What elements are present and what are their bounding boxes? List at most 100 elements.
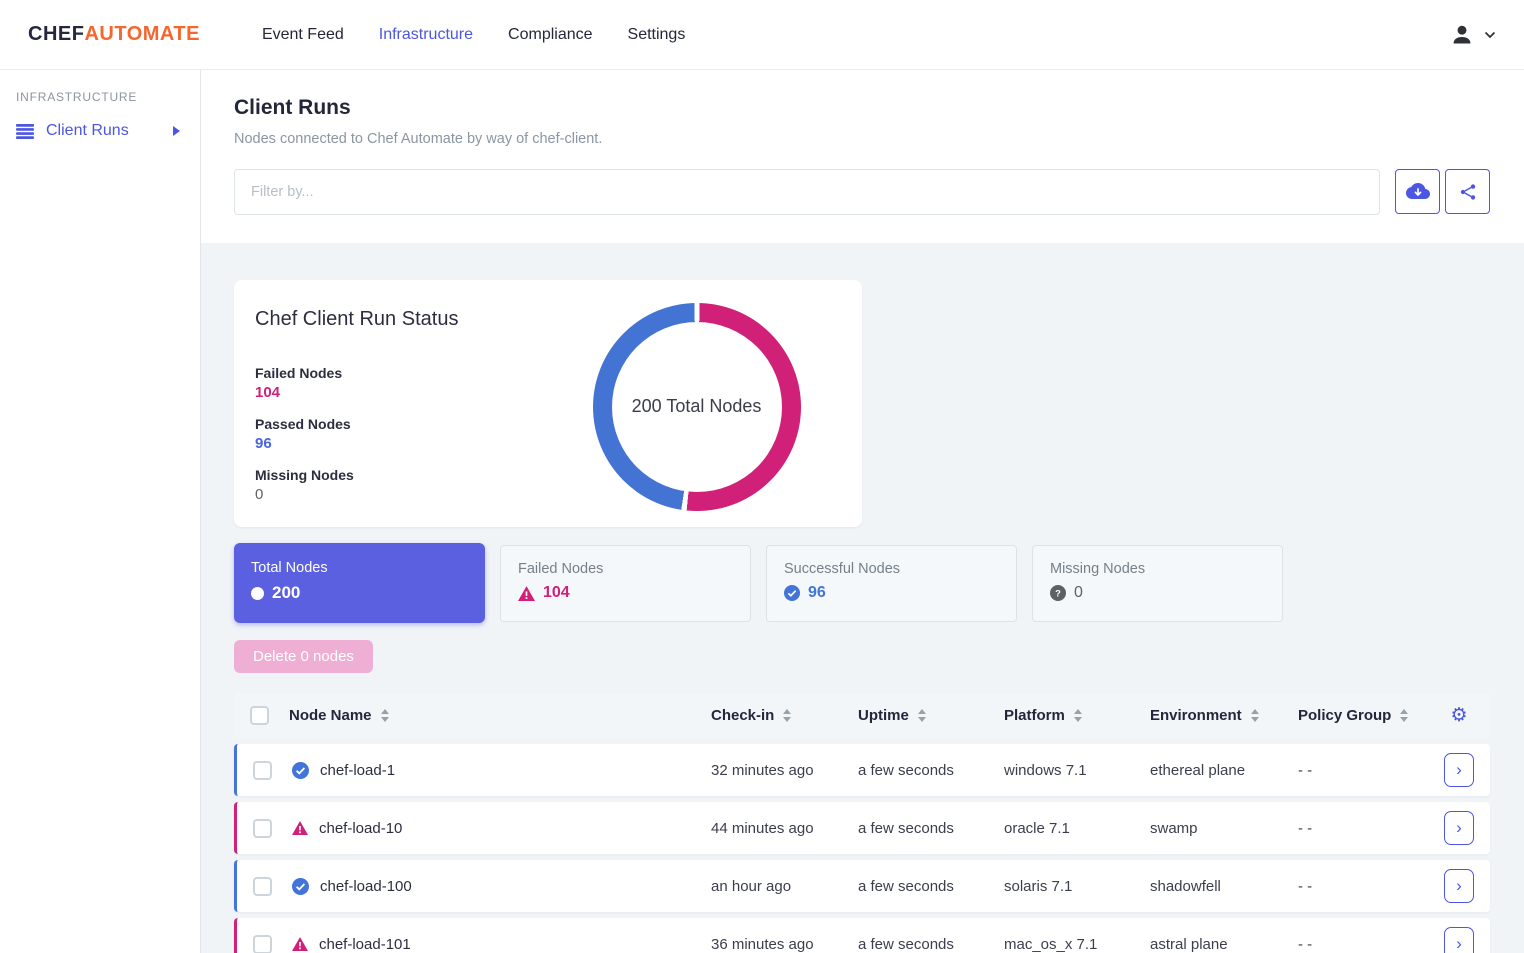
- summary-card-successful[interactable]: Successful Nodes 96: [766, 545, 1017, 622]
- failed-nodes-value: 104: [543, 584, 570, 602]
- col-uptime[interactable]: Uptime: [858, 707, 1004, 724]
- download-button[interactable]: [1395, 169, 1440, 214]
- col-checkin[interactable]: Check-in: [711, 707, 858, 724]
- select-all-checkbox[interactable]: [250, 706, 269, 725]
- checkin-cell: 44 minutes ago: [711, 820, 858, 837]
- page-header: Client Runs Nodes connected to Chef Auto…: [201, 70, 1524, 243]
- sidebar: INFRASTRUCTURE Client Runs: [0, 70, 201, 953]
- row-detail-button[interactable]: ›: [1444, 927, 1474, 953]
- chevron-right-icon: ›: [1456, 877, 1462, 894]
- table-header: Node Name Check-in Uptime Platform: [234, 693, 1490, 738]
- user-icon[interactable]: [1449, 22, 1475, 48]
- col-policy-group[interactable]: Policy Group: [1298, 707, 1428, 724]
- nav-infrastructure[interactable]: Infrastructure: [379, 26, 473, 44]
- total-nodes-value: 200: [272, 583, 300, 603]
- page-subtitle: Nodes connected to Chef Automate by way …: [234, 131, 1490, 147]
- summary-card-total[interactable]: Total Nodes 200: [234, 543, 485, 623]
- chef-automate-logo: CHEFAUTOMATE: [28, 23, 200, 46]
- primary-nav: Event Feed Infrastructure Compliance Set…: [262, 26, 685, 44]
- logo-chef: CHEF: [28, 23, 84, 45]
- sort-icon[interactable]: [1400, 709, 1408, 722]
- passed-count: 96: [255, 435, 511, 452]
- node-name[interactable]: chef-load-101: [319, 936, 411, 953]
- row-checkbox[interactable]: [253, 761, 272, 780]
- chevron-down-icon[interactable]: [1484, 31, 1496, 39]
- caret-right-icon[interactable]: [173, 126, 180, 136]
- sort-icon[interactable]: [381, 709, 389, 722]
- policy-group-cell: - -: [1298, 820, 1428, 837]
- list-icon: [16, 124, 34, 139]
- chevron-right-icon: ›: [1456, 819, 1462, 836]
- missing-nodes-value: 0: [1074, 584, 1083, 602]
- delete-nodes-button[interactable]: Delete 0 nodes: [234, 640, 373, 673]
- nodes-table: Node Name Check-in Uptime Platform: [234, 693, 1490, 953]
- policy-group-cell: - -: [1298, 878, 1428, 895]
- node-name[interactable]: chef-load-100: [320, 878, 412, 895]
- node-name[interactable]: chef-load-10: [319, 820, 402, 837]
- user-menu[interactable]: [1449, 22, 1496, 48]
- table-row: chef-load-10 44 minutes ago a few second…: [234, 802, 1490, 854]
- sidebar-item-label: Client Runs: [46, 122, 161, 140]
- run-status-title: Chef Client Run Status: [255, 308, 511, 331]
- summary-cards: Total Nodes 200 Failed Nodes 104: [234, 545, 1490, 623]
- cloud-download-icon: [1406, 182, 1430, 201]
- table-row: chef-load-101 36 minutes ago a few secon…: [234, 918, 1490, 953]
- platform-cell: mac_os_x 7.1: [1004, 936, 1150, 953]
- table-row: chef-load-1 32 minutes ago a few seconds…: [234, 744, 1490, 796]
- platform-cell: windows 7.1: [1004, 762, 1150, 779]
- row-detail-button[interactable]: ›: [1444, 753, 1474, 787]
- row-checkbox[interactable]: [253, 877, 272, 896]
- row-checkbox[interactable]: [253, 819, 272, 838]
- gear-icon[interactable]: ⚙: [1428, 704, 1490, 727]
- node-name[interactable]: chef-load-1: [320, 762, 395, 779]
- col-environment[interactable]: Environment: [1150, 707, 1298, 724]
- missing-count: 0: [255, 486, 511, 503]
- run-status-donut: 200 Total Nodes: [593, 303, 801, 511]
- warning-icon: [518, 586, 535, 601]
- uptime-cell: a few seconds: [858, 820, 1004, 837]
- uptime-cell: a few seconds: [858, 878, 1004, 895]
- platform-cell: oracle 7.1: [1004, 820, 1150, 837]
- check-circle-icon: [292, 878, 309, 895]
- page-title: Client Runs: [234, 96, 1490, 120]
- environment-cell: astral plane: [1150, 936, 1298, 953]
- sort-icon[interactable]: [918, 709, 926, 722]
- successful-nodes-value: 96: [808, 584, 826, 602]
- summary-card-missing[interactable]: Missing Nodes ? 0: [1032, 545, 1283, 622]
- share-button[interactable]: [1445, 169, 1490, 214]
- sidebar-section-label: INFRASTRUCTURE: [0, 90, 200, 116]
- run-status-card: Chef Client Run Status Failed Nodes 104 …: [234, 280, 862, 527]
- top-navigation: CHEFAUTOMATE Event Feed Infrastructure C…: [0, 0, 1524, 70]
- question-circle-icon: ?: [1050, 585, 1066, 601]
- platform-cell: solaris 7.1: [1004, 878, 1150, 895]
- logo-automate: AUTOMATE: [84, 23, 199, 45]
- col-platform[interactable]: Platform: [1004, 707, 1150, 724]
- environment-cell: shadowfell: [1150, 878, 1298, 895]
- uptime-cell: a few seconds: [858, 762, 1004, 779]
- row-detail-button[interactable]: ›: [1444, 811, 1474, 845]
- legend-passed: Passed Nodes 96: [255, 416, 511, 452]
- page-body: Chef Client Run Status Failed Nodes 104 …: [201, 243, 1524, 953]
- environment-cell: ethereal plane: [1150, 762, 1298, 779]
- nav-settings[interactable]: Settings: [628, 26, 686, 44]
- sidebar-item-client-runs[interactable]: Client Runs: [0, 116, 200, 146]
- col-node-name[interactable]: Node Name: [281, 707, 711, 724]
- nav-compliance[interactable]: Compliance: [508, 26, 592, 44]
- filter-input[interactable]: [234, 169, 1380, 215]
- row-checkbox[interactable]: [253, 935, 272, 953]
- nav-event-feed[interactable]: Event Feed: [262, 26, 344, 44]
- sort-icon[interactable]: [1074, 709, 1082, 722]
- legend-missing: Missing Nodes 0: [255, 467, 511, 503]
- row-detail-button[interactable]: ›: [1444, 869, 1474, 903]
- check-circle-icon: [784, 585, 800, 601]
- svg-text:?: ?: [1055, 588, 1061, 598]
- donut-center-label: 200 Total Nodes: [593, 303, 801, 511]
- chevron-right-icon: ›: [1456, 761, 1462, 778]
- sort-icon[interactable]: [783, 709, 791, 722]
- sort-icon[interactable]: [1251, 709, 1259, 722]
- failed-count: 104: [255, 384, 511, 401]
- summary-card-failed[interactable]: Failed Nodes 104: [500, 545, 751, 622]
- warning-icon: [292, 937, 308, 951]
- run-status-legend: Failed Nodes 104 Passed Nodes 96 Missing…: [255, 365, 511, 503]
- legend-failed: Failed Nodes 104: [255, 365, 511, 401]
